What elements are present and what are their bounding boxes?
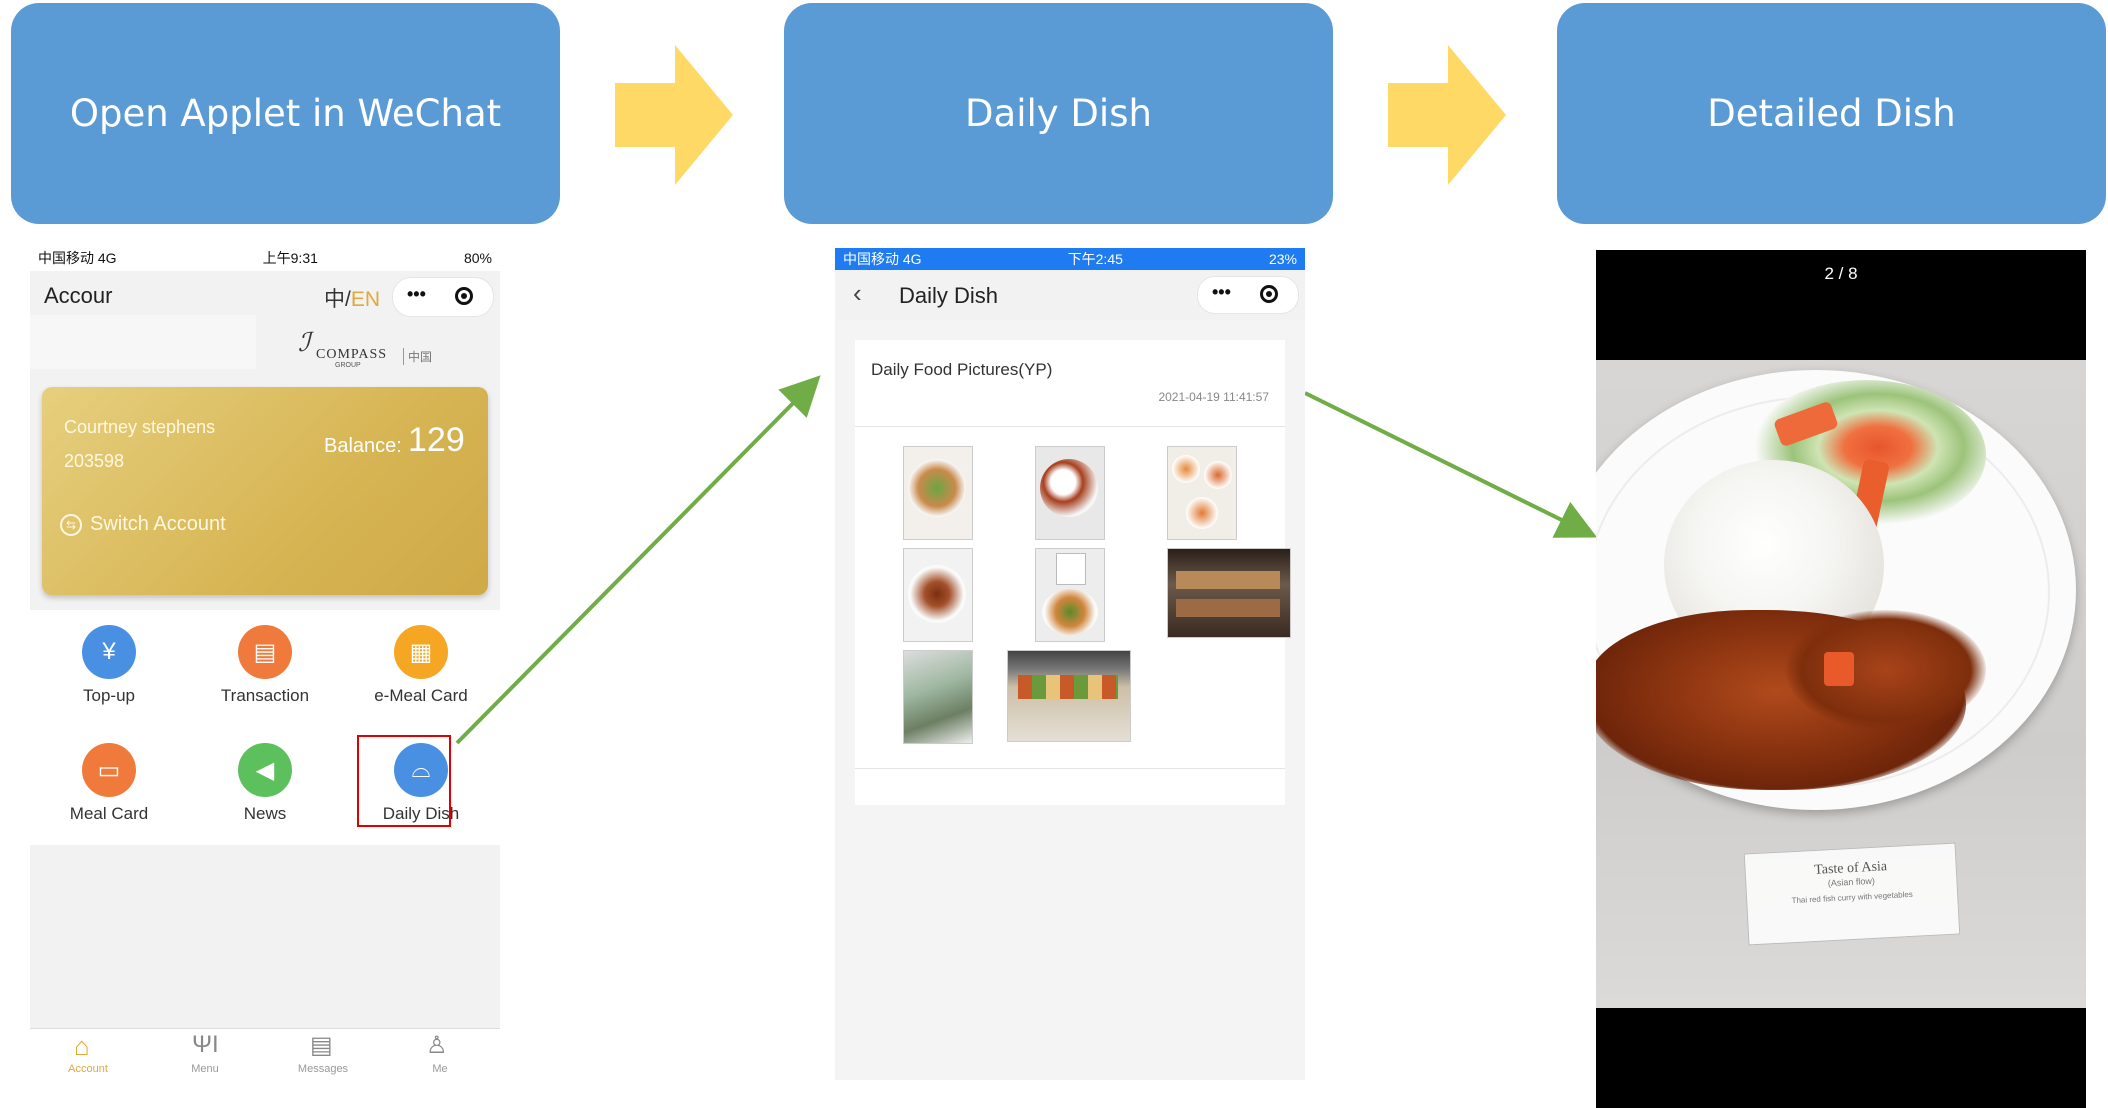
food-photo[interactable] [903,548,973,642]
post-title: Daily Food Pictures(YP) [871,360,1053,379]
food-photo[interactable] [1035,548,1105,642]
carrot [1824,652,1854,686]
capsule-menu: ••• [1197,276,1299,314]
close-target-icon[interactable] [1260,285,1278,303]
carrier-text: 中国移动 4G [843,251,922,267]
post-card[interactable]: Daily Food Pictures(YP) 2021-04-19 11:41… [855,340,1291,805]
food-photo[interactable] [1167,446,1237,540]
food-photo[interactable] [1167,548,1291,638]
page-title: Daily Dish [899,283,999,308]
food-photo[interactable] [903,650,973,744]
divider [855,426,1285,427]
battery-text: 23% [1268,251,1297,267]
food-photo[interactable] [1035,446,1105,540]
more-icon[interactable]: ••• [1212,282,1231,303]
time-text: 下午2:45 [1067,251,1123,267]
dish-photo[interactable]: Taste of Asia (Asian flow) Thai red fish… [1596,360,2086,1008]
dish-sign: Taste of Asia (Asian flow) Thai red fish… [1743,842,1961,946]
status-bar: 中国移动 4G 下午2:45 23% [835,248,1305,270]
fish-curry [1786,610,1986,730]
food-photo[interactable] [1007,650,1131,742]
header: ‹ Daily Dish ••• [835,270,1305,320]
phone-daily-dish-screen: 中国移动 4G 下午2:45 23% ‹ Daily Dish ••• Dail… [835,248,1305,1080]
divider [855,768,1285,769]
post-timestamp: 2021-04-19 11:41:57 [1158,390,1269,404]
image-counter: 2 / 8 [1824,264,1858,283]
back-icon[interactable]: ‹ [853,278,862,309]
food-photo[interactable] [903,446,973,540]
phone-detailed-dish-screen: 2 / 8 Taste of Asia (Asian flow) Thai re… [1596,250,2086,1108]
